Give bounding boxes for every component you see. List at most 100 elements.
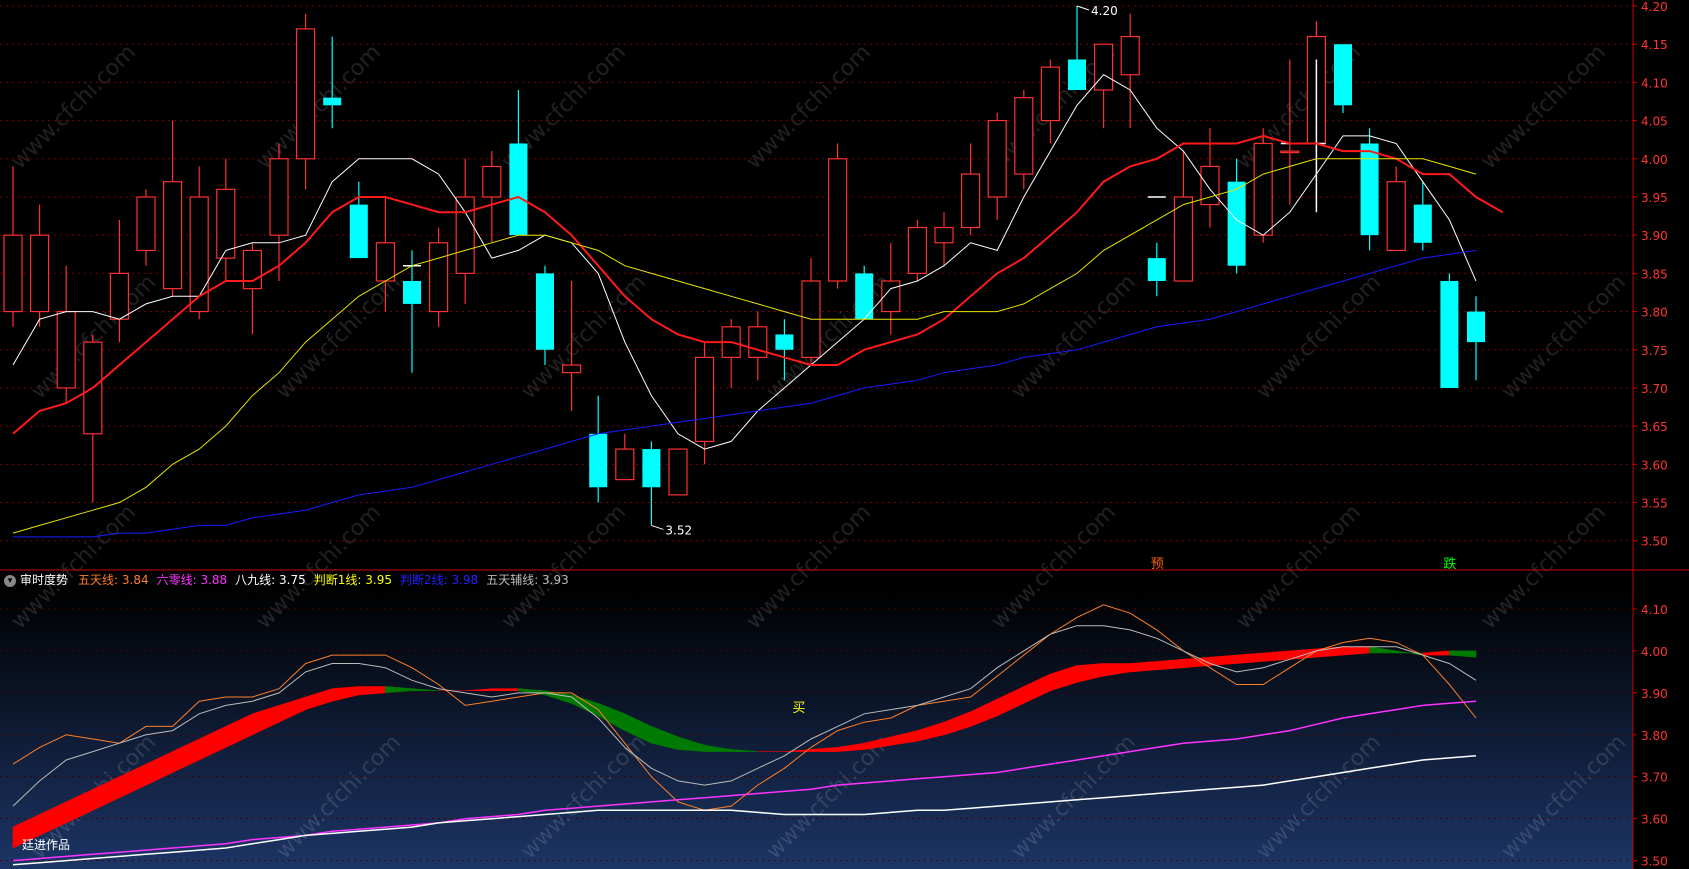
trend-band-segment — [491, 688, 519, 692]
trend-band-segment — [1209, 654, 1237, 666]
trend-band-segment — [1156, 658, 1184, 671]
candle-body-down — [775, 334, 794, 350]
candle-body-down — [323, 97, 342, 106]
candle-body-down — [1068, 59, 1086, 91]
legend-item-five-day-aux: 五天辅线: 3.93 — [486, 573, 569, 587]
candle-body-up — [3, 234, 23, 313]
y-tick-label: 3.60 — [1641, 813, 1668, 827]
candle-body-up — [269, 158, 289, 236]
candle-body-up — [1120, 35, 1140, 76]
price-annotation: 3.52 — [665, 523, 692, 537]
candle-body-down — [1467, 311, 1485, 343]
y-tick-label: 3.80 — [1641, 306, 1668, 320]
candle-body-down — [349, 204, 368, 259]
candle-body-down — [536, 273, 554, 350]
candle-body-up — [296, 28, 316, 160]
y-tick-label: 4.10 — [1641, 603, 1668, 617]
y-tick-label: 4.00 — [1641, 645, 1668, 659]
candle-body-up — [561, 364, 582, 374]
candle-body-up — [694, 356, 715, 443]
legend-item-eighty-nine: 八九线: 3.75 — [235, 573, 306, 587]
candle-body-up — [482, 165, 502, 198]
candle-body-up — [109, 272, 130, 320]
candle-body-up — [668, 448, 688, 496]
y-tick-label: 4.10 — [1641, 76, 1668, 90]
stock-chart: www.cfchi.com www.cfchi.com www.cfchi.com w… — [0, 0, 1689, 869]
candle-body-up — [934, 226, 954, 244]
trend-band-segment — [1236, 652, 1264, 664]
candle-body-up — [136, 196, 156, 252]
legend-label: 五天线: — [78, 573, 122, 587]
legend-value: 3.75 — [279, 573, 306, 587]
y-tick-label: 3.90 — [1641, 687, 1668, 701]
trend-band-segment — [1316, 646, 1344, 658]
legend-item-sixty: 六零线: 3.88 — [157, 573, 228, 587]
candle-body-down — [1440, 281, 1459, 388]
candle-body-up — [987, 119, 1007, 198]
candle-body-up — [56, 310, 76, 389]
y-tick-label: 3.70 — [1641, 771, 1668, 785]
candle-body-up — [242, 249, 262, 290]
candle-body-up — [455, 196, 475, 274]
indicator-legend: ▾ 审时度势 五天线: 3.84 六零线: 3.88 八九线: 3.75 判断1线: 3.… — [0, 570, 1630, 590]
y-tick-label: 3.50 — [1641, 535, 1668, 549]
legend-label: 判断2线: — [399, 573, 452, 587]
y-tick-label: 3.80 — [1641, 729, 1668, 743]
legend-value: 3.98 — [451, 573, 479, 587]
candle-body-up — [30, 234, 50, 313]
legend-value: 3.95 — [365, 573, 392, 587]
candle-body-down — [642, 449, 661, 488]
legend-label: 八九线: — [235, 573, 280, 587]
candle-body-up — [960, 173, 981, 229]
y-tick-label: 3.60 — [1641, 458, 1668, 472]
y-tick-label: 3.65 — [1641, 420, 1668, 434]
legend-value: 3.93 — [542, 573, 569, 587]
legend-item-judge-2: 判断2线: 3.98 — [400, 573, 478, 587]
y-tick-label: 3.90 — [1641, 229, 1668, 243]
candle-body-up — [375, 242, 395, 282]
legend-value: 3.84 — [121, 573, 149, 587]
candle-body-up — [1280, 150, 1300, 154]
candle-body-down — [1334, 44, 1352, 106]
candle-body-up — [1093, 43, 1114, 91]
y-tick-label: 4.00 — [1641, 153, 1668, 167]
y-tick-label: 4.15 — [1641, 38, 1668, 52]
y-tick-label: 3.70 — [1641, 382, 1668, 396]
buy-signal: 买 — [792, 701, 805, 716]
candle-body-up — [615, 448, 635, 481]
legend-label: 五天辅线: — [486, 573, 543, 587]
trend-band-segment — [1262, 650, 1291, 662]
candle-body-down — [1413, 204, 1432, 243]
y-tick-label: 4.20 — [1641, 0, 1668, 14]
candle-body-up — [216, 188, 236, 259]
candle-body-up — [189, 196, 209, 313]
candle-body-up — [1253, 142, 1273, 236]
candle-body-up — [1040, 66, 1061, 122]
candle-body-up — [827, 158, 848, 282]
candle-body-down — [403, 281, 421, 304]
indicator-title[interactable]: 审时度势 — [20, 573, 68, 587]
candle-body-down — [589, 433, 608, 488]
y-tick-label: 3.85 — [1641, 267, 1668, 281]
author-credit: 廷进作品 — [22, 838, 71, 852]
candle-body-down — [1147, 258, 1166, 281]
legend-label: 判断1线: — [313, 573, 366, 587]
chevron-down-icon[interactable]: ▾ — [4, 574, 16, 587]
y-tick-label: 4.05 — [1641, 115, 1668, 129]
price-annotation: 4.20 — [1091, 4, 1118, 18]
y-tick-label: 3.95 — [1641, 191, 1668, 205]
candle-body-up — [1173, 196, 1194, 282]
y-tick-label: 3.55 — [1641, 497, 1668, 511]
candle-body-down — [509, 143, 528, 236]
y-tick-label: 3.50 — [1641, 855, 1668, 869]
legend-item-five-day: 五天线: 3.84 — [78, 573, 149, 587]
candle-body-up — [907, 226, 928, 274]
legend-value: 3.88 — [200, 573, 228, 587]
candle-body-down — [1360, 143, 1379, 236]
candle-body-up — [163, 181, 183, 290]
candle-body-up — [429, 242, 449, 313]
legend-label: 六零线: — [156, 573, 201, 587]
candle-body-up — [1386, 181, 1406, 252]
y-tick-label: 3.75 — [1641, 344, 1668, 358]
trend-band-segment — [1129, 661, 1158, 673]
